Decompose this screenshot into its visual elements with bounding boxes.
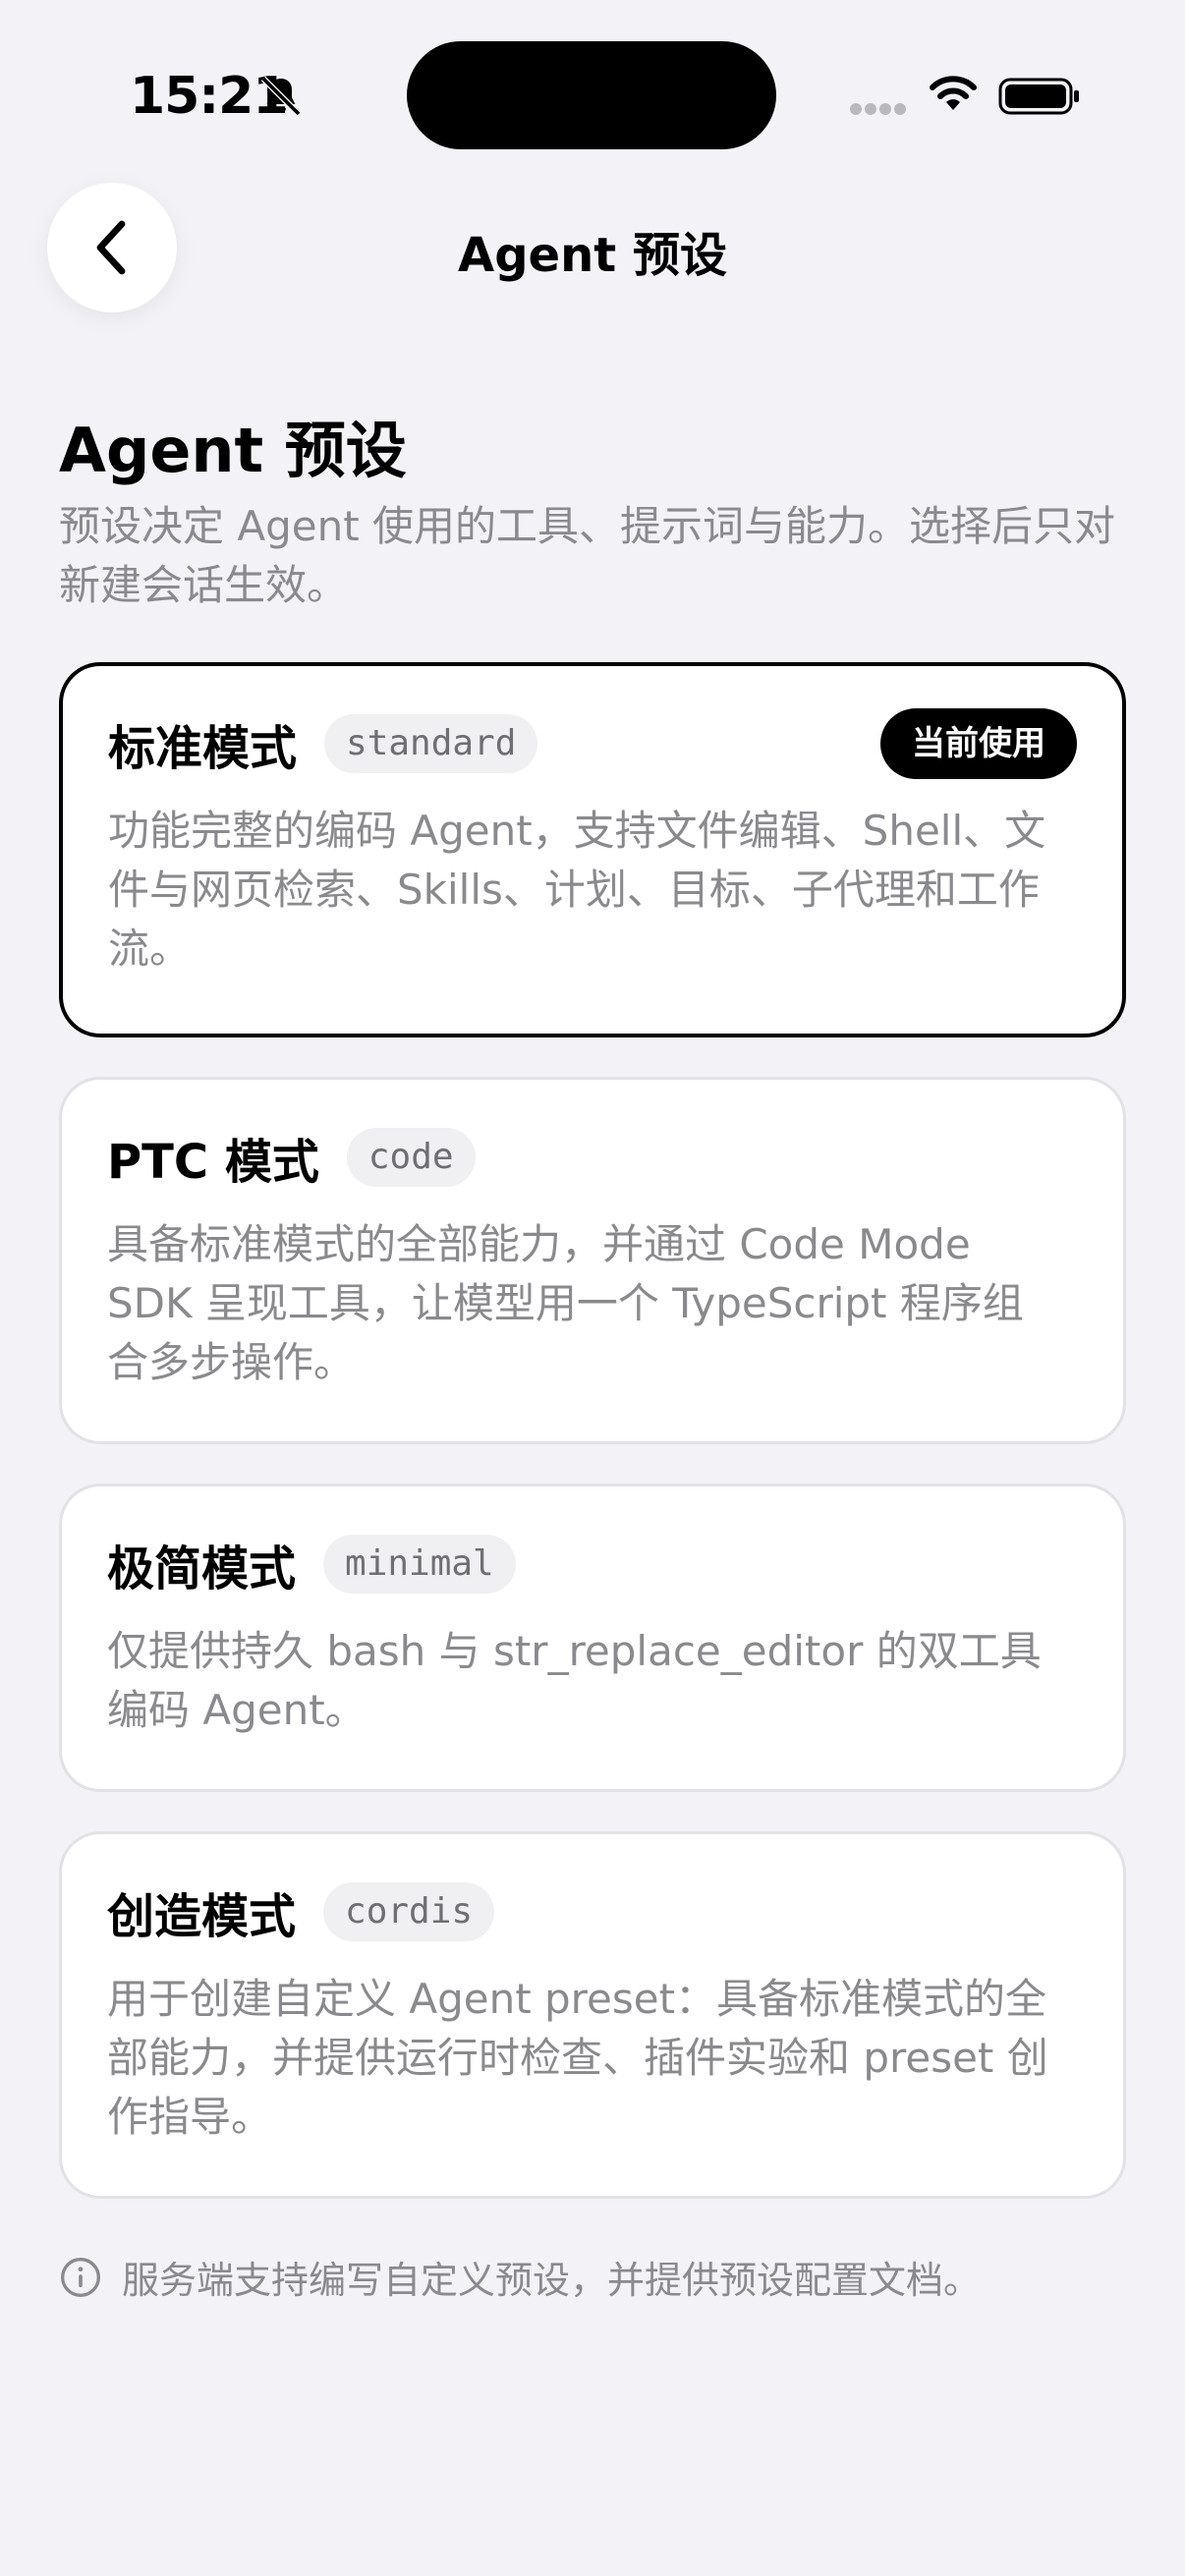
dynamic-island — [407, 41, 776, 149]
preset-description: 仅提供持久 bash 与 str_replace_editor 的双工具编码 A… — [107, 1627, 1042, 1734]
battery-icon — [998, 78, 1079, 115]
footnote-text: 服务端支持编写自定义预设，并提供预设配置文档。 — [122, 2259, 982, 2302]
preset-code-tag: code — [346, 1128, 476, 1187]
preset-name: 标准模式 — [108, 721, 298, 776]
signal-dots-icon — [850, 103, 906, 115]
preset-description: 功能完整的编码 Agent，支持文件编辑、Shell、文件与网页检索、Skill… — [108, 807, 1046, 973]
preset-code-tag: minimal — [323, 1535, 516, 1594]
preset-card-standard[interactable]: 标准模式 standard 当前使用 功能完整的编码 Agent，支持文件编辑、… — [59, 662, 1126, 1037]
bell-muted-icon — [260, 76, 302, 117]
preset-name: 极简模式 — [107, 1541, 297, 1596]
current-badge: 当前使用 — [880, 708, 1077, 779]
preset-name: 创造模式 — [107, 1889, 297, 1944]
preset-code-tag: cordis — [323, 1882, 495, 1941]
page-title: Agent 预设 — [59, 415, 407, 486]
status-bar: 15:21 — [0, 0, 1185, 196]
preset-description: 用于创建自定义 Agent preset：具备标准模式的全部能力，并提供运行时检… — [107, 1975, 1048, 2141]
nav-title: Agent 预设 — [458, 228, 727, 283]
preset-name: PTC 模式 — [107, 1135, 319, 1190]
preset-description: 具备标准模式的全部能力，并通过 Code Mode SDK 呈现工具，让模型用一… — [107, 1220, 1024, 1386]
page-description: 预设决定 Agent 使用的工具、提示词与能力。选择后只对新建会话生效。 — [59, 502, 1116, 609]
footnote: 服务端支持编写自定义预设，并提供预设配置文档。 — [59, 2250, 981, 2304]
preset-code-tag: standard — [324, 714, 538, 773]
preset-card-code[interactable]: PTC 模式 code 具备标准模式的全部能力，并通过 Code Mode SD… — [59, 1077, 1126, 1444]
wifi-icon — [930, 76, 977, 110]
info-icon — [61, 2257, 100, 2297]
preset-card-minimal[interactable]: 极简模式 minimal 仅提供持久 bash 与 str_replace_ed… — [59, 1484, 1126, 1792]
preset-card-cordis[interactable]: 创造模式 cordis 用于创建自定义 Agent preset：具备标准模式的… — [59, 1831, 1126, 2199]
